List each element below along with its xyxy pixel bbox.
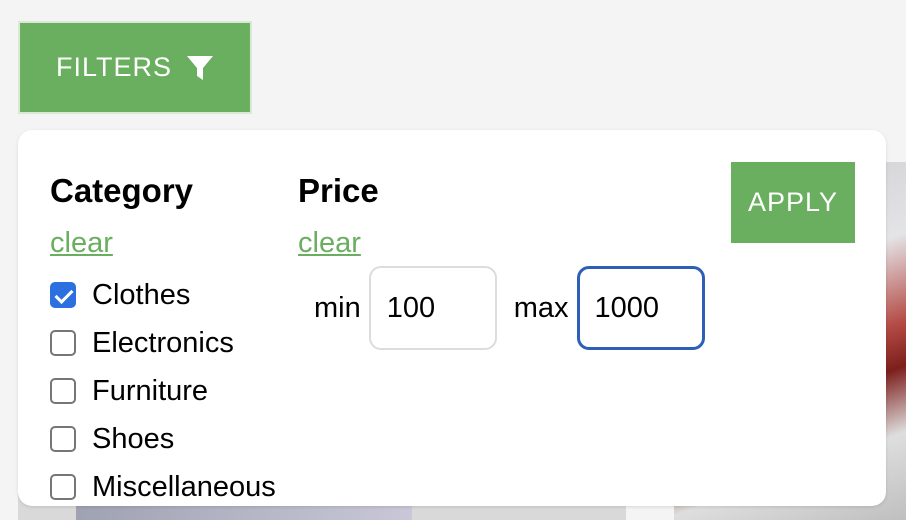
filters-button[interactable]: FILTERS (18, 21, 252, 114)
category-item-electronics[interactable]: Electronics (50, 319, 276, 367)
category-item-label: Miscellaneous (92, 470, 276, 503)
funnel-icon (186, 54, 214, 82)
category-item-shoes[interactable]: Shoes (50, 415, 276, 463)
price-title: Price (298, 172, 379, 209)
electronics-checkbox[interactable] (50, 330, 76, 356)
filter-panel: Category clear Clothes Electronics Furni… (18, 130, 886, 506)
filters-label: FILTERS (55, 52, 172, 82)
category-item-clothes[interactable]: Clothes (50, 271, 276, 319)
max-label: max (513, 291, 569, 324)
price-clear-link[interactable]: clear (298, 226, 361, 260)
category-item-miscellaneous[interactable]: Miscellaneous (50, 463, 276, 506)
category-clear-link[interactable]: clear (50, 226, 113, 260)
min-price-input[interactable] (368, 266, 497, 350)
category-list: Clothes Electronics Furniture Shoes Misc… (50, 271, 276, 506)
miscellaneous-checkbox[interactable] (50, 474, 76, 500)
category-item-label: Clothes (92, 278, 191, 311)
price-range: min max (314, 266, 705, 350)
max-price-input[interactable] (576, 266, 705, 350)
category-item-furniture[interactable]: Furniture (50, 367, 276, 415)
category-item-label: Furniture (92, 374, 209, 407)
min-label: min (314, 291, 361, 324)
apply-button[interactable]: APPLY (731, 162, 855, 243)
clothes-checkbox[interactable] (50, 282, 76, 308)
shoes-checkbox[interactable] (50, 426, 76, 452)
category-title: Category (50, 172, 194, 209)
category-item-label: Shoes (92, 422, 175, 455)
furniture-checkbox[interactable] (50, 378, 76, 404)
category-item-label: Electronics (92, 326, 234, 359)
